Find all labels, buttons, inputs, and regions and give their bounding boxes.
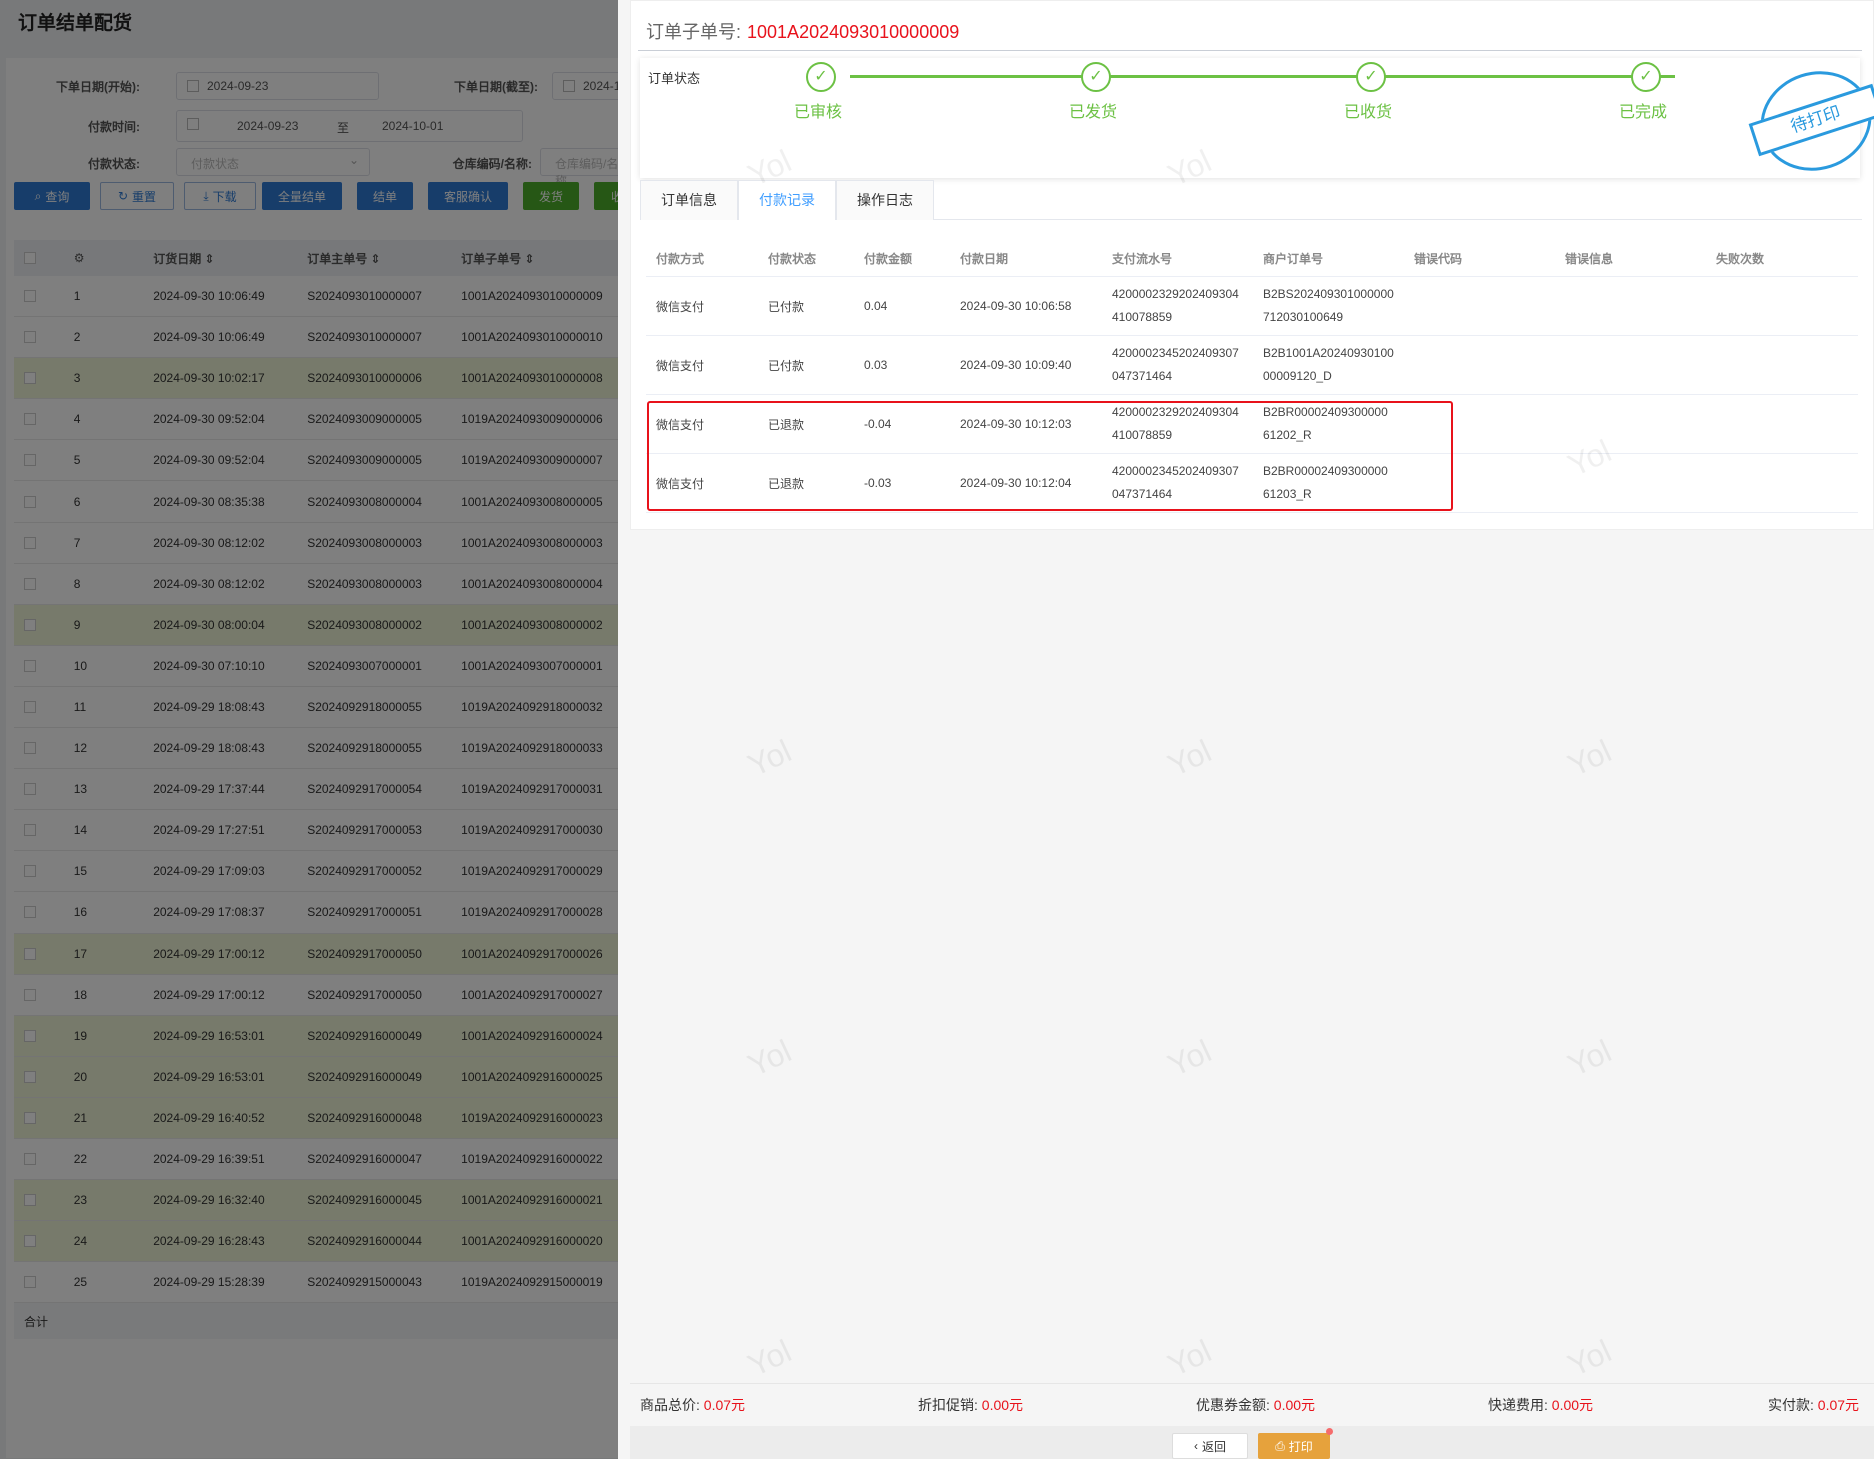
print-button[interactable]: ⎙ 打印 [1258,1433,1330,1459]
check-circle-icon: ✓ [1081,62,1111,92]
table-row: 微信支付 已付款 0.03 2024-09-30 10:09:40 420000… [646,336,1858,395]
watermark: Yol [1562,1332,1617,1384]
detail-tabs: 订单信息 付款记录 操作日志 [640,180,1862,220]
table-row: 微信支付 已付款 0.04 2024-09-30 10:06:58 420000… [646,277,1858,336]
watermark: Yol [742,1032,797,1084]
column-header: 商户订单号 [1263,251,1324,266]
column-header: 错误信息 [1565,251,1614,266]
pay-date: 2024-09-30 10:06:58 [960,299,1072,313]
column-header: 失败次数 [1716,251,1765,266]
column-header: 付款方式 [656,251,705,266]
watermark: Yol [1562,1032,1617,1084]
pending-print-stamp: 待打印 [1747,57,1874,185]
sub-order-number: 1001A2024093010000009 [747,22,960,42]
order-detail-drawer: 订单子单号: 1001A2024093010000009 订单状态 ✓ 已审核 ✓ … [618,0,1874,1459]
button-bar [630,1426,1874,1459]
table-header: 付款方式 付款状态 付款金额 付款日期 支付流水号 商户订单号 错误代码 错误信息 失败次数 [646,240,1858,277]
progress-line [850,75,1675,78]
highlight-box [647,401,1453,511]
transaction-id: 4200002329202409304 410078859 [1112,287,1239,324]
status-step: 已收货 [1344,104,1393,121]
column-header: 付款日期 [960,251,1009,266]
check-circle-icon: ✓ [1356,62,1386,92]
goods-total: 商品总价: 0.07元 [640,1397,746,1413]
pay-amount: 0.03 [864,358,888,372]
watermark: Yol [1162,1032,1217,1084]
pay-status: 已付款 [768,299,805,314]
divider [638,50,1862,51]
check-circle-icon: ✓ [806,62,836,92]
watermark: Yol [1562,732,1617,784]
pay-status: 已付款 [768,358,805,373]
column-header: 付款金额 [864,251,913,266]
order-status-label: 订单状态 [648,71,701,86]
tab-operation-log[interactable]: 操作日志 [836,180,934,220]
status-step: 已完成 [1619,104,1668,121]
notification-dot [1326,1428,1333,1435]
merchant-order-no: B2BS202409301000000 712030100649 [1263,287,1394,324]
coupon-amount: 优惠券金额: 0.00元 [1196,1397,1316,1413]
back-label: 返回 [1201,1439,1226,1454]
pay-method: 微信支付 [656,299,705,314]
column-header: 错误代码 [1414,251,1463,266]
transaction-id: 4200002345202409307 047371464 [1112,346,1239,383]
merchant-order-no: B2B1001A20240930100 00009120_D [1263,346,1394,383]
pay-amount: 0.04 [864,299,888,313]
sub-order-label: 订单子单号: [646,22,742,42]
pay-date: 2024-09-30 10:09:40 [960,358,1072,372]
discount: 折扣促销: 0.00元 [918,1397,1024,1413]
shipping-fee: 快递费用: 0.00元 [1488,1397,1594,1413]
divider [630,1383,1874,1384]
order-status-card: 订单状态 ✓ 已审核 ✓ 已发货 ✓ 已收货 ✓ 已完成 待打印 [640,57,1874,185]
status-step: 已发货 [1069,104,1118,121]
column-header: 付款状态 [768,251,817,266]
drawer-title: 订单子单号: 1001A2024093010000009 [646,18,959,44]
pay-method: 微信支付 [656,358,705,373]
printer-icon: ⎙ [1275,1438,1285,1453]
check-circle-icon: ✓ [1631,62,1661,92]
paid-amount: 实付款: 0.07元 [1768,1397,1860,1413]
watermark: Yol [742,732,797,784]
chevron-left-icon: ‹ [1193,1439,1198,1453]
print-label: 打印 [1288,1439,1313,1454]
watermark: Yol [1162,732,1217,784]
tab-order-info[interactable]: 订单信息 [640,180,738,220]
watermark: Yol [742,1332,797,1384]
tab-payment-records[interactable]: 付款记录 [738,180,836,220]
status-step: 已审核 [794,104,843,121]
watermark: Yol [1162,1332,1217,1384]
back-button[interactable]: ‹ 返回 [1172,1433,1248,1459]
column-header: 支付流水号 [1112,251,1173,266]
stamp-text: 待打印 [1748,83,1874,157]
